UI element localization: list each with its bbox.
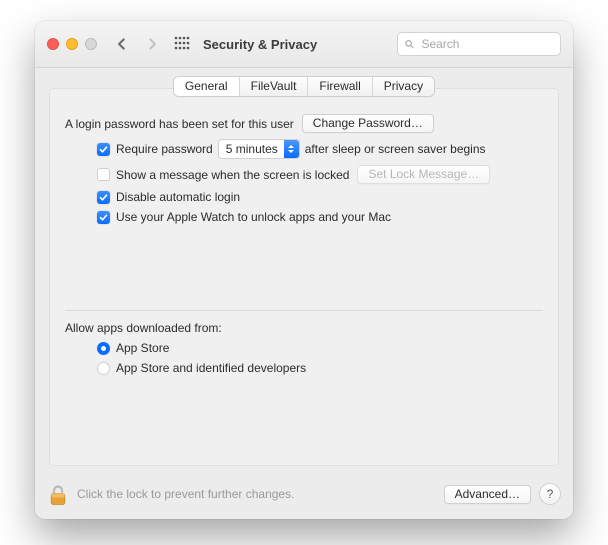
login-password-row: A login password has been set for this u… bbox=[65, 114, 543, 133]
minimize-window-button[interactable] bbox=[66, 38, 78, 50]
lock-hint-text: Click the lock to prevent further change… bbox=[77, 487, 294, 501]
search-icon bbox=[404, 38, 414, 50]
disable-auto-login-row: Disable automatic login bbox=[65, 190, 543, 204]
window-title: Security & Privacy bbox=[203, 37, 317, 52]
require-password-row: Require password 5 minutes after sleep o… bbox=[65, 139, 543, 159]
tab-firewall[interactable]: Firewall bbox=[307, 77, 371, 96]
set-lock-message-button[interactable]: Set Lock Message… bbox=[357, 165, 490, 184]
disable-auto-login-label: Disable automatic login bbox=[116, 190, 240, 204]
radio-identified-devs-label: App Store and identified developers bbox=[116, 361, 306, 375]
allow-apps-heading: Allow apps downloaded from: bbox=[65, 321, 222, 335]
chevron-right-icon bbox=[145, 37, 159, 51]
back-button[interactable] bbox=[111, 32, 133, 56]
show-all-prefs-button[interactable] bbox=[171, 33, 193, 55]
stepper-icon bbox=[284, 140, 299, 158]
disable-auto-login-checkbox[interactable] bbox=[97, 191, 110, 204]
tab-bar: General FileVault Firewall Privacy bbox=[174, 77, 434, 96]
lock-message-checkbox[interactable] bbox=[97, 168, 110, 181]
zoom-window-button[interactable] bbox=[85, 38, 97, 50]
checkmark-icon bbox=[99, 193, 108, 202]
require-password-delay-popup[interactable]: 5 minutes bbox=[218, 139, 300, 159]
advanced-button[interactable]: Advanced… bbox=[444, 485, 531, 504]
preferences-footer: Click the lock to prevent further change… bbox=[47, 476, 561, 512]
lock-icon bbox=[48, 483, 68, 507]
checkmark-icon bbox=[99, 213, 108, 222]
tab-privacy[interactable]: Privacy bbox=[372, 77, 434, 96]
apps-grid-icon bbox=[174, 36, 190, 52]
require-password-label-after: after sleep or screen saver begins bbox=[305, 142, 486, 156]
change-password-button[interactable]: Change Password… bbox=[302, 114, 434, 133]
close-window-button[interactable] bbox=[47, 38, 59, 50]
traffic-lights bbox=[47, 38, 97, 50]
tab-filevault[interactable]: FileVault bbox=[239, 77, 308, 96]
search-input[interactable] bbox=[419, 36, 554, 52]
divider bbox=[65, 310, 543, 311]
help-button[interactable]: ? bbox=[539, 483, 561, 505]
window-toolbar: Security & Privacy bbox=[35, 21, 573, 68]
lock-message-label: Show a message when the screen is locked bbox=[116, 168, 349, 182]
tab-general[interactable]: General bbox=[174, 77, 239, 96]
allow-apps-heading-row: Allow apps downloaded from: bbox=[65, 321, 543, 335]
preferences-panel: General FileVault Firewall Privacy A log… bbox=[49, 88, 559, 466]
chevron-left-icon bbox=[115, 37, 129, 51]
allow-apps-option-identified: App Store and identified developers bbox=[65, 361, 543, 375]
login-password-intro: A login password has been set for this u… bbox=[65, 117, 294, 131]
require-password-label-before: Require password bbox=[116, 142, 213, 156]
preferences-window: Security & Privacy General FileVault Fir… bbox=[35, 21, 573, 519]
lock-button[interactable] bbox=[47, 481, 69, 507]
radio-appstore[interactable] bbox=[97, 342, 110, 355]
radio-appstore-label: App Store bbox=[116, 341, 169, 355]
apple-watch-row: Use your Apple Watch to unlock apps and … bbox=[65, 210, 543, 224]
forward-button[interactable] bbox=[141, 32, 163, 56]
apple-watch-checkbox[interactable] bbox=[97, 211, 110, 224]
lock-message-row: Show a message when the screen is locked… bbox=[65, 165, 543, 184]
require-password-checkbox[interactable] bbox=[97, 143, 110, 156]
preferences-body: General FileVault Firewall Privacy A log… bbox=[35, 68, 573, 519]
search-field[interactable] bbox=[397, 32, 561, 56]
allow-apps-option-appstore: App Store bbox=[65, 341, 543, 355]
require-password-delay-value: 5 minutes bbox=[219, 142, 284, 156]
radio-identified-devs[interactable] bbox=[97, 362, 110, 375]
apple-watch-label: Use your Apple Watch to unlock apps and … bbox=[116, 210, 391, 224]
checkmark-icon bbox=[99, 145, 108, 154]
